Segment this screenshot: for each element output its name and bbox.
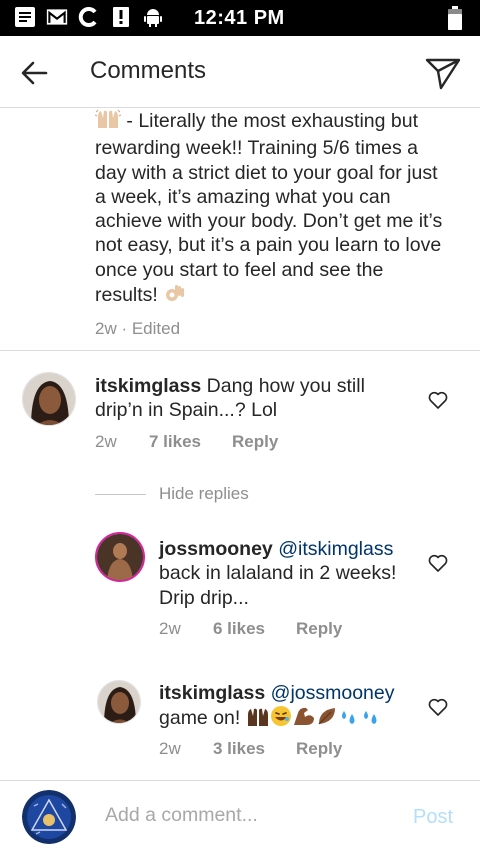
reply-button[interactable]: Reply <box>296 739 342 759</box>
send-icon <box>425 58 461 90</box>
notes-icon <box>14 6 36 28</box>
like-button[interactable] <box>427 389 449 411</box>
comment-input[interactable] <box>105 804 395 827</box>
comments-header: Comments <box>0 36 480 108</box>
reply-meta: 2w 6 likes Reply <box>159 619 342 639</box>
heart-icon <box>428 554 448 572</box>
reply-button[interactable]: Reply <box>232 432 278 452</box>
share-button[interactable] <box>424 54 462 92</box>
leaf-emoji <box>316 705 338 733</box>
gmail-icon <box>46 6 68 28</box>
reply-time: 2w <box>159 739 181 758</box>
current-user-avatar <box>22 790 76 844</box>
avatar[interactable] <box>97 680 141 724</box>
android-icon <box>142 6 164 28</box>
status-bar-notifications <box>14 6 164 28</box>
c-app-icon <box>78 6 100 28</box>
reply-mention[interactable]: @jossmooney <box>271 682 395 704</box>
status-time: 12:41 PM <box>194 7 285 29</box>
reply-text: itskimglass @jossmooney game on! <box>159 681 419 734</box>
status-bar: 12:41 PM <box>0 0 480 36</box>
battery-icon <box>448 6 462 35</box>
heart-icon <box>428 391 448 409</box>
hide-replies-label: Hide replies <box>159 484 249 503</box>
reply-button[interactable]: Reply <box>296 619 342 639</box>
alert-icon <box>110 6 132 28</box>
reply-username[interactable]: itskimglass <box>159 682 265 704</box>
caption-text-block: - Literally the most exhausting but rewa… <box>94 108 445 310</box>
caption-divider <box>0 350 480 351</box>
composer-divider <box>0 780 480 781</box>
raised-hands-emoji <box>246 707 270 733</box>
sweat-droplets-emoji <box>360 705 382 733</box>
hide-replies-line <box>95 493 146 495</box>
reply-time: 2w <box>159 619 181 638</box>
reply-likes[interactable]: 3 likes <box>213 739 296 759</box>
like-button[interactable] <box>427 696 449 718</box>
reply-body: back in lalaland in 2 weeks! Drip drip..… <box>159 562 397 609</box>
comment-meta: 2w 7 likes Reply <box>95 432 278 452</box>
reply-likes[interactable]: 6 likes <box>213 619 296 639</box>
reply-text: jossmooney @itskimglass back in lalaland… <box>159 537 414 610</box>
avatar[interactable] <box>22 372 76 426</box>
comment-username[interactable]: itskimglass <box>95 375 201 397</box>
post-caption: - Literally the most exhausting but rewa… <box>94 108 445 339</box>
caption-text: - Literally the most exhausting but rewa… <box>95 110 443 307</box>
reply-mention[interactable]: @itskimglass <box>278 538 393 560</box>
heart-icon <box>428 698 448 716</box>
comment-time: 2w <box>95 432 117 451</box>
back-button[interactable] <box>18 56 52 90</box>
avatar[interactable] <box>95 532 145 582</box>
caption-meta: 2w · Edited <box>95 319 181 339</box>
sweat-droplets-emoji <box>338 705 360 733</box>
flexed-biceps-emoji <box>292 705 316 733</box>
reply-username[interactable]: jossmooney <box>159 538 273 560</box>
comment-text: itskimglass Dang how you still drip’n in… <box>95 374 405 423</box>
reply-body: game on! <box>159 707 241 730</box>
raised-hands-emoji <box>94 108 122 136</box>
like-button[interactable] <box>427 552 449 574</box>
back-arrow-icon <box>21 61 48 85</box>
ok-hand-emoji <box>163 282 185 310</box>
reply-meta: 2w 3 likes Reply <box>159 739 342 759</box>
post-button[interactable]: Post <box>413 806 453 829</box>
page-title: Comments <box>90 57 207 84</box>
grin-emoji <box>270 705 292 733</box>
comment-likes[interactable]: 7 likes <box>149 432 232 452</box>
hide-replies-button[interactable]: Hide replies <box>95 484 249 504</box>
